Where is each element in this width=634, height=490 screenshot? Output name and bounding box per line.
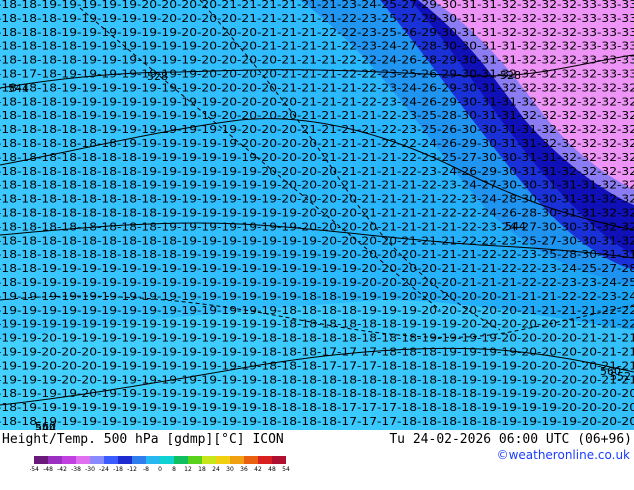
map-title: Height/Temp. 500 hPa [gdmp][°C] ICON xyxy=(2,432,284,447)
temperature-row: -18-18-18-19-19-19-19-19-20-20-20-20-21-… xyxy=(0,12,634,25)
color-swatch xyxy=(188,456,202,464)
color-swatch xyxy=(174,456,188,464)
temperature-row: -18-18-19-19-19-19-19-19-19-19-19-19-19-… xyxy=(0,262,634,275)
temperature-row: -18-18-18-18-18-18-18-18-18-19-19-19-19-… xyxy=(0,234,634,247)
contour-label: 528 xyxy=(147,70,168,83)
color-scale-tick: 48 xyxy=(268,466,276,473)
color-scale-tick: 18 xyxy=(198,466,206,473)
color-scale-ticks: -54 -48 -42 -38 -30 -24 -18 -12 -8 0 8 12 18 24 30 36 42… xyxy=(30,466,290,473)
color-scale-tick: -42 xyxy=(57,466,67,473)
temperature-row: -19-19-20-20-20-19-19-19-19-19-19-19-19-… xyxy=(0,359,634,372)
temperature-row: -18-18-18-18-18-19-19-19-19-19-19-19-20-… xyxy=(0,123,634,136)
temperature-row: -18-18-18-18-18-18-18-19-19-19-19-19-19-… xyxy=(0,165,634,178)
color-swatch xyxy=(118,456,132,464)
temperature-row: -18-18-19-19-19-19-19-20-20-20-20-21-21-… xyxy=(0,0,634,11)
color-scale-tick: 54 xyxy=(282,466,290,473)
color-scale-tick: 24 xyxy=(212,466,220,473)
temperature-row: -18-19-19-19-20-19-19-19-19-19-19-19-19-… xyxy=(0,387,634,400)
temperature-row: -18-18-18-18-19-19-19-19-19-19-20-20-20-… xyxy=(0,54,634,67)
contour-label: 560 xyxy=(600,365,621,378)
color-scale-tick: 42 xyxy=(254,466,262,473)
color-scale-tick: 30 xyxy=(226,466,234,473)
color-swatch xyxy=(272,456,286,464)
color-scale-tick: 36 xyxy=(240,466,248,473)
color-swatch xyxy=(202,456,216,464)
color-scale-tick: -30 xyxy=(85,466,95,473)
temperature-row: -19-19-19-19-19-19-19-19-19-19-19-19-19-… xyxy=(0,304,634,317)
temperature-row: -18-18-18-19-19-19-19-19-19-19-19-20-20-… xyxy=(0,95,634,108)
color-swatch xyxy=(216,456,230,464)
color-swatch xyxy=(76,456,90,464)
temperature-row: -19-19-19-20-20-19-19-19-19-19-19-19-19-… xyxy=(0,373,634,386)
temperature-row: -18-18-18-18-18-18-18-18-19-19-19-19-19-… xyxy=(0,207,634,220)
temperature-row: -18-18-18-18-19-19-19-19-19-19-19-20-20-… xyxy=(0,109,634,122)
color-scale-tick: -24 xyxy=(99,466,109,473)
temperature-row: -19-19-19-19-19-19-19-19-19-19-19-19-19-… xyxy=(0,290,634,303)
color-swatch xyxy=(90,456,104,464)
color-swatch xyxy=(258,456,272,464)
credit-link[interactable]: ©weatheronline.co.uk xyxy=(497,448,630,462)
color-scale-tick: -48 xyxy=(43,466,53,473)
map-footer: Height/Temp. 500 hPa [gdmp][°C] ICON Tu … xyxy=(0,430,634,490)
temperature-row: -18-18-18-19-19-19-19-19-19-19-20-20-20-… xyxy=(0,81,634,94)
color-swatch xyxy=(244,456,258,464)
contour-label: 544 xyxy=(505,220,526,233)
temperature-row: -18-18-18-19-19-19-19-19-19-20-20-20-20-… xyxy=(0,26,634,39)
color-scale-tick: -54 xyxy=(30,466,39,473)
color-swatch xyxy=(230,456,244,464)
color-swatch xyxy=(146,456,160,464)
forecast-map: -18-18-19-19-19-19-19-20-20-20-20-21-21-… xyxy=(0,0,634,430)
contour-label: 544 xyxy=(8,82,29,95)
temperature-grid: -18-18-19-19-19-19-19-20-20-20-20-21-21-… xyxy=(0,0,634,428)
contour-label: 560 xyxy=(35,420,56,430)
color-scale-tick: -18 xyxy=(113,466,123,473)
temperature-row: -18-19-19-19-19-19-19-19-19-19-19-19-19-… xyxy=(0,276,634,289)
temperature-row: -19-19-20-19-19-19-19-19-19-19-19-19-19-… xyxy=(0,332,634,345)
color-scale-tick: 0 xyxy=(158,466,162,473)
color-scale-tick: -38 xyxy=(71,466,81,473)
color-scale-swatches xyxy=(34,456,286,464)
color-scale-tick: 8 xyxy=(172,466,176,473)
color-swatch xyxy=(62,456,76,464)
contour-label: 528 xyxy=(500,69,521,82)
color-swatch xyxy=(48,456,62,464)
temperature-row: -18-18-18-18-18-18-18-19-19-19-19-19-19-… xyxy=(0,179,634,192)
color-swatch xyxy=(34,456,48,464)
valid-time: Tu 24-02-2026 06:00 UTC (06+96) xyxy=(389,432,632,447)
temperature-row: -18-19-19-19-19-19-19-19-19-19-19-19-19-… xyxy=(0,401,634,414)
temperature-row: -18-18-18-18-18-18-18-18-18-19-19-19-19-… xyxy=(0,248,634,261)
temperature-row: -18-18-18-18-19-19-19-19-19-19-20-20-20-… xyxy=(0,40,634,53)
color-scale-legend: -54 -48 -42 -38 -30 -24 -18 -12 -8 0 8 12 18 24 30 36 42… xyxy=(30,456,290,473)
color-scale-tick: -12 xyxy=(127,466,137,473)
temperature-row: -18-18-19-19-19-19-19-19-19-19-19-19-19-… xyxy=(0,415,634,428)
color-swatch xyxy=(160,456,174,464)
color-swatch xyxy=(104,456,118,464)
temperature-row: -19-19-19-19-19-19-19-19-19-19-19-19-19-… xyxy=(0,318,634,331)
color-swatch xyxy=(132,456,146,464)
color-scale-tick: -8 xyxy=(143,466,149,473)
temperature-row: -18-18-18-18-18-18-19-19-19-19-19-19-20-… xyxy=(0,137,634,150)
temperature-row: -18-18-18-18-18-18-18-19-19-19-19-19-19-… xyxy=(0,151,634,164)
color-scale-tick: 12 xyxy=(184,466,192,473)
